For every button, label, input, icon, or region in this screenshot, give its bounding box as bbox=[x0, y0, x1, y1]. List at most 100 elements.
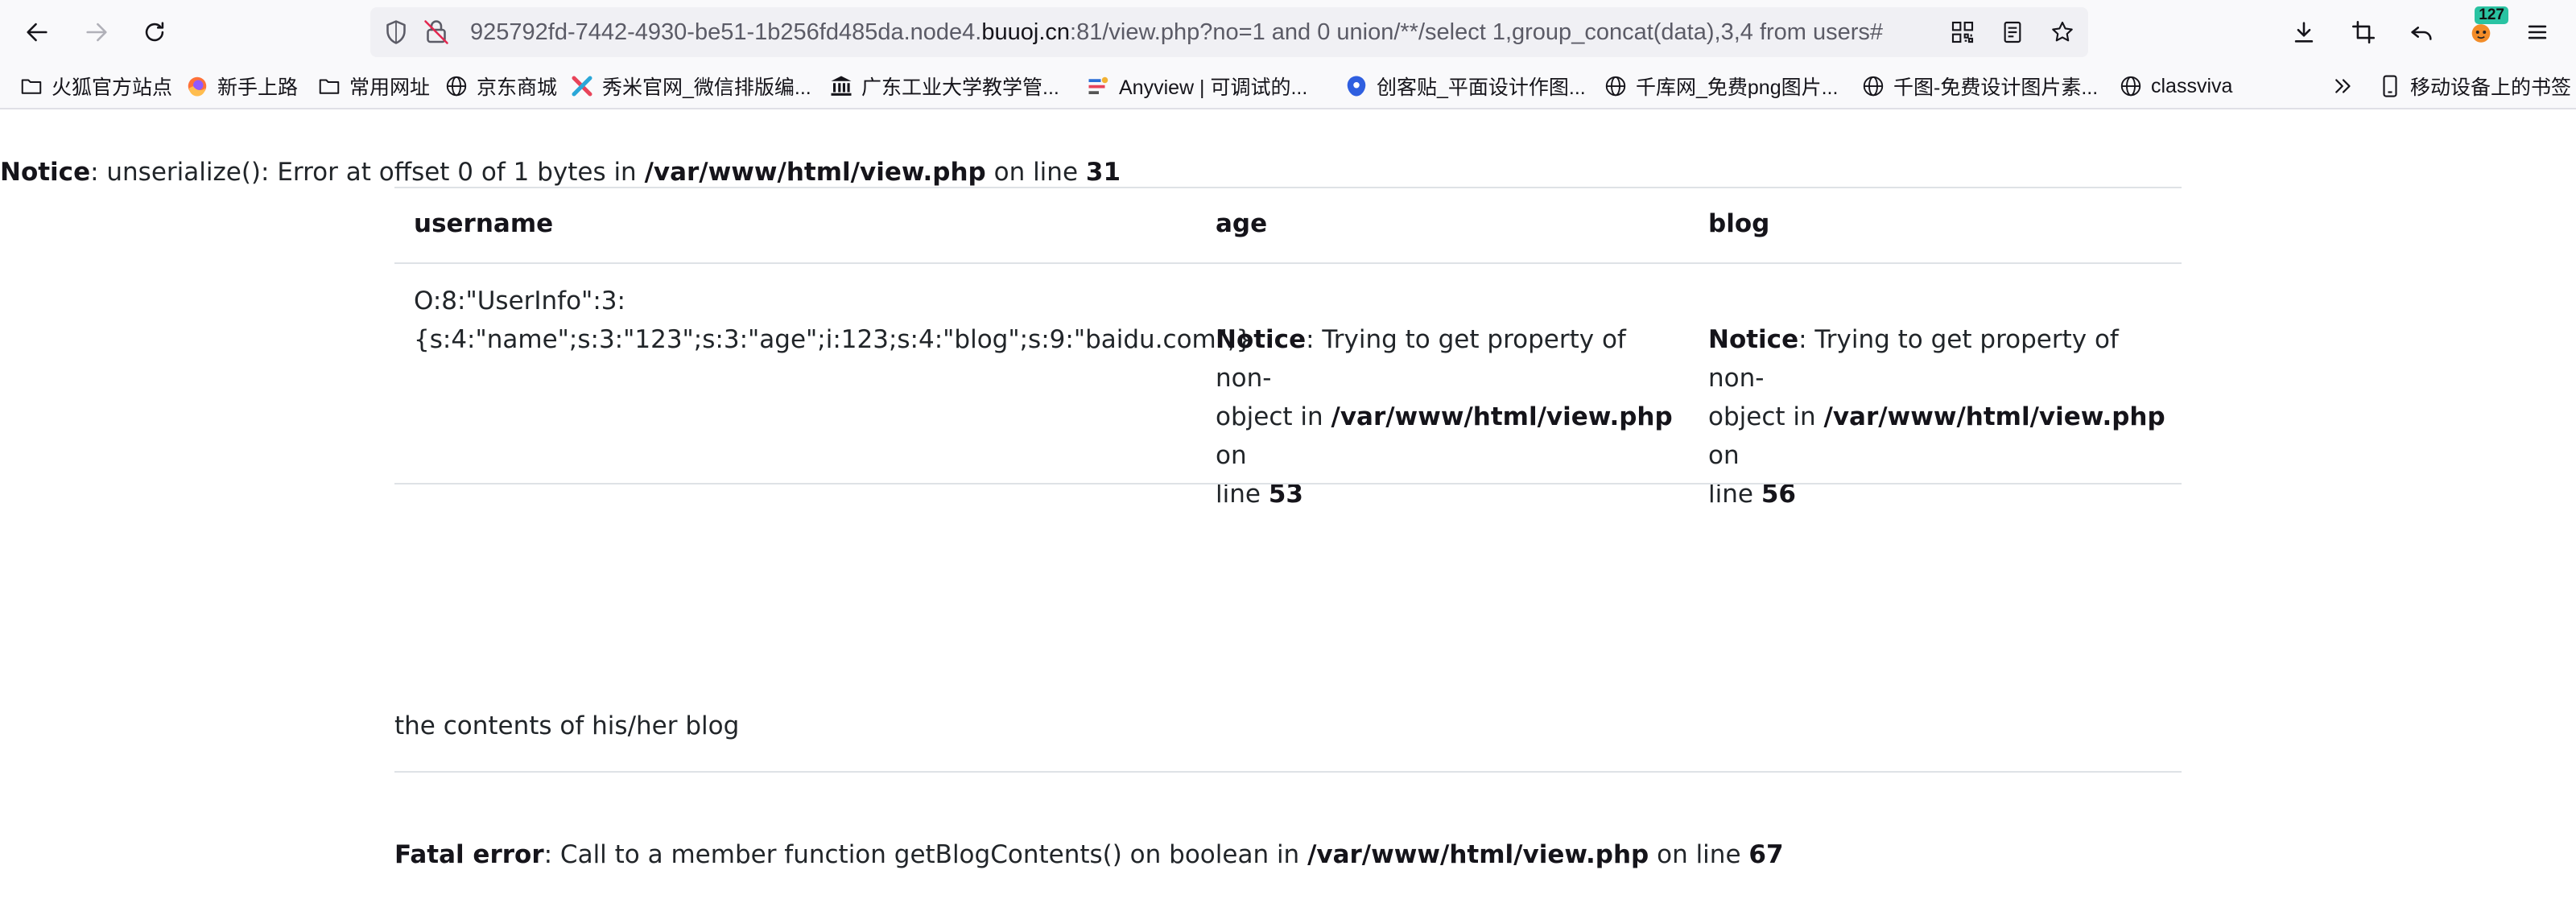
notice-path: /var/www/html/view.php bbox=[1331, 402, 1673, 431]
column-header-age: age bbox=[1216, 209, 1268, 238]
globe-icon bbox=[1861, 74, 1885, 98]
notice-on: on bbox=[1216, 441, 1247, 470]
reader-view-button[interactable] bbox=[1995, 14, 2030, 50]
notice-message: object in bbox=[1216, 402, 1331, 431]
chuangkit-icon bbox=[1344, 74, 1368, 98]
qr-code-button[interactable] bbox=[1945, 14, 1980, 50]
cell-blog: Notice: Trying to get property of non- o… bbox=[1708, 320, 2175, 513]
screenshot-button[interactable] bbox=[2343, 11, 2384, 53]
xiumi-icon bbox=[570, 74, 594, 98]
bookmark-item[interactable]: 千库网_免费png图片... bbox=[1604, 64, 1838, 108]
cell-username: O:8:"UserInfo":3: {s:4:"name";s:3:"123";… bbox=[414, 282, 1252, 359]
page-content: Notice: unserialize(): Error at offset 0… bbox=[0, 109, 2576, 903]
bookmark-item[interactable]: 新手上路 bbox=[185, 64, 298, 108]
bookmark-item[interactable]: 京东商城 bbox=[444, 64, 557, 108]
qr-code-icon bbox=[1951, 21, 1974, 43]
table-bottom-border bbox=[394, 483, 2182, 484]
url-text[interactable]: 925792fd-7442-4930-be51-1b256fd485da.nod… bbox=[470, 7, 1935, 57]
bookmark-item[interactable]: 千图-免费设计图片素... bbox=[1861, 64, 2098, 108]
bookmarks-overflow-button[interactable] bbox=[2331, 64, 2355, 108]
fatal-error-on-line: on line bbox=[1649, 840, 1749, 869]
bookmark-label: 千图-免费设计图片素... bbox=[1893, 76, 2099, 99]
notice-path: /var/www/html/view.php bbox=[644, 158, 986, 187]
notice-message: : unserialize(): Error at offset 0 of 1 … bbox=[90, 158, 645, 187]
url-suffix: :81/view.php?no=1 and 0 union/**/select … bbox=[1070, 19, 1884, 45]
folder-icon bbox=[19, 74, 43, 98]
reload-button[interactable] bbox=[134, 11, 175, 53]
notice-line-2: object in /var/www/html/view.php on bbox=[1708, 398, 2175, 475]
bookmark-item[interactable]: 常用网址 bbox=[317, 64, 430, 108]
notice-label: Notice bbox=[0, 158, 91, 187]
notice-line-3: line 56 bbox=[1708, 475, 2175, 513]
bookmark-star-button[interactable] bbox=[2045, 14, 2080, 50]
bookmark-item[interactable]: 广东工业大学教学管... bbox=[829, 64, 1059, 108]
column-header-blog: blog bbox=[1708, 209, 1770, 238]
arrow-left-icon bbox=[27, 23, 47, 42]
notice-unserialize: Notice: unserialize(): Error at offset 0… bbox=[0, 153, 1121, 192]
bookmark-label: 千库网_免费png图片... bbox=[1636, 76, 1839, 99]
bookmark-label: Anyview | 可调试的... bbox=[1119, 76, 1308, 99]
url-host: buuoj.cn bbox=[981, 19, 1071, 45]
menu-button[interactable] bbox=[2516, 11, 2558, 53]
notice-on-line: on line bbox=[985, 158, 1086, 187]
fatal-error-message: : Call to a member function getBlogConte… bbox=[543, 840, 1308, 869]
extension-badge: 127 bbox=[2475, 6, 2508, 24]
url-actions bbox=[1945, 14, 2080, 50]
table-top-border bbox=[394, 187, 2182, 188]
forward-button[interactable] bbox=[76, 11, 118, 53]
notice-label: Notice bbox=[1216, 325, 1307, 354]
cell-age: Notice: Trying to get property of non- o… bbox=[1216, 320, 1682, 513]
downloads-button[interactable] bbox=[2283, 11, 2325, 53]
bookmark-item[interactable]: 火狐官方站点 bbox=[19, 64, 172, 108]
globe-icon bbox=[444, 74, 469, 98]
notice-path: /var/www/html/view.php bbox=[1823, 402, 2165, 431]
reader-view-icon bbox=[2004, 21, 2021, 43]
insecure-lock-icon[interactable] bbox=[422, 18, 451, 47]
tracking-shield-icon[interactable] bbox=[382, 18, 411, 47]
bookmark-item[interactable]: 秀米官网_微信排版编... bbox=[570, 64, 811, 108]
notice-on: on bbox=[1708, 441, 1740, 470]
blog-contents-label: the contents of his/her blog bbox=[394, 711, 740, 740]
mobile-bookmarks-label: 移动设备上的书签 bbox=[2410, 76, 2572, 99]
anyview-icon bbox=[1087, 74, 1111, 98]
column-header-username: username bbox=[414, 209, 554, 238]
bookmark-label: 火狐官方站点 bbox=[52, 76, 173, 99]
folder-icon bbox=[317, 74, 341, 98]
bookmark-label: 秀米官网_微信排版编... bbox=[602, 76, 811, 99]
serialized-line-1: O:8:"UserInfo":3: bbox=[414, 287, 625, 315]
hamburger-menu-icon bbox=[2528, 25, 2547, 39]
download-icon bbox=[2294, 22, 2314, 43]
bookmark-label: 常用网址 bbox=[349, 76, 431, 99]
bookmark-label: 京东商城 bbox=[477, 76, 558, 99]
bookmark-item[interactable]: 创客贴_平面设计作图... bbox=[1344, 64, 1586, 108]
notice-line-number: 31 bbox=[1085, 158, 1121, 187]
notice-line-1: Notice: Trying to get property of non- bbox=[1708, 320, 2175, 398]
bookmark-label: 创客贴_平面设计作图... bbox=[1377, 76, 1586, 99]
undo-arrow-icon bbox=[2411, 27, 2432, 40]
notice-line-2: object in /var/www/html/view.php on bbox=[1216, 398, 1682, 475]
globe-icon bbox=[1604, 74, 1628, 98]
chevron-double-right-icon bbox=[2331, 74, 2355, 98]
extension-button[interactable]: 127 bbox=[2460, 6, 2508, 53]
bookmark-label: 新手上路 bbox=[217, 76, 299, 99]
bookmark-item[interactable]: Anyview | 可调试的... bbox=[1087, 64, 1307, 108]
browser-toolbar: 925792fd-7442-4930-be51-1b256fd485da.nod… bbox=[0, 0, 2576, 64]
table-header-border bbox=[394, 262, 2182, 264]
globe-icon bbox=[2119, 74, 2143, 98]
notice-label: Notice bbox=[1708, 325, 1799, 354]
url-prefix: 925792fd-7442-4930-be51-1b256fd485da.nod… bbox=[470, 19, 982, 45]
bookmarks-toolbar: 火狐官方站点 新手上路 常用网址 京东商城 秀米官网_微信排版编... 广东工业… bbox=[0, 64, 2576, 109]
blog-divider bbox=[394, 771, 2182, 773]
url-bar[interactable]: 925792fd-7442-4930-be51-1b256fd485da.nod… bbox=[370, 7, 2088, 57]
bookmark-item[interactable]: classviva bbox=[2119, 64, 2232, 108]
back-button[interactable] bbox=[16, 11, 58, 53]
star-icon bbox=[2052, 21, 2073, 42]
university-icon bbox=[829, 74, 853, 98]
firefox-icon bbox=[185, 74, 209, 98]
mobile-bookmarks[interactable]: 移动设备上的书签 bbox=[2378, 64, 2571, 108]
fatal-error-label: Fatal error bbox=[394, 840, 544, 869]
fatal-error-line-number: 67 bbox=[1748, 840, 1784, 869]
bookmark-label: 广东工业大学教学管... bbox=[861, 76, 1059, 99]
undo-button[interactable] bbox=[2401, 11, 2442, 53]
mobile-device-icon bbox=[2378, 74, 2402, 98]
